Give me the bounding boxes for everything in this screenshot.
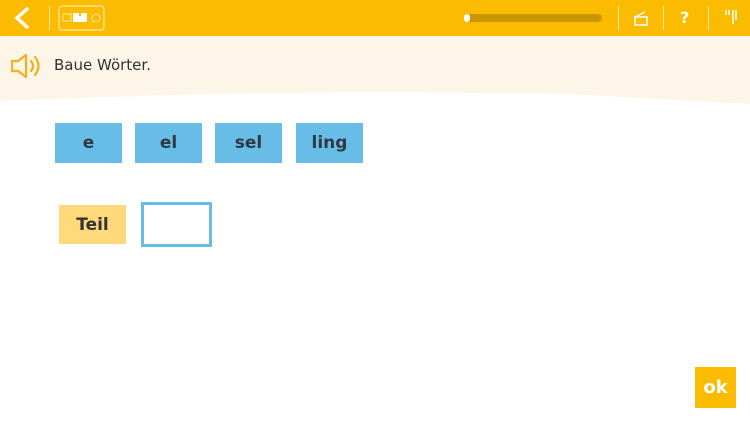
progress-fill bbox=[464, 14, 470, 22]
speaker-icon[interactable] bbox=[9, 52, 45, 80]
help-button[interactable]: ? bbox=[680, 8, 689, 27]
ok-button[interactable]: ok bbox=[695, 367, 736, 408]
back-icon[interactable] bbox=[12, 7, 32, 29]
progress-bar bbox=[464, 14, 602, 22]
drop-slot[interactable] bbox=[141, 202, 212, 247]
divider bbox=[663, 6, 664, 30]
syllable-tile[interactable]: e bbox=[55, 123, 122, 163]
divider bbox=[49, 6, 50, 30]
syllable-tile[interactable]: ling bbox=[296, 123, 363, 163]
word-start: Teil bbox=[59, 205, 126, 244]
menu-icon[interactable] bbox=[724, 9, 738, 25]
divider bbox=[618, 6, 619, 30]
puzzle-progress-icon[interactable] bbox=[58, 5, 105, 31]
syllable-tile[interactable]: sel bbox=[215, 123, 282, 163]
divider bbox=[708, 6, 709, 30]
clapperboard-icon[interactable] bbox=[633, 9, 649, 26]
syllable-tile[interactable]: el bbox=[135, 123, 202, 163]
top-bar: ? bbox=[0, 0, 750, 36]
instruction-text: Baue Wörter. bbox=[54, 56, 151, 74]
